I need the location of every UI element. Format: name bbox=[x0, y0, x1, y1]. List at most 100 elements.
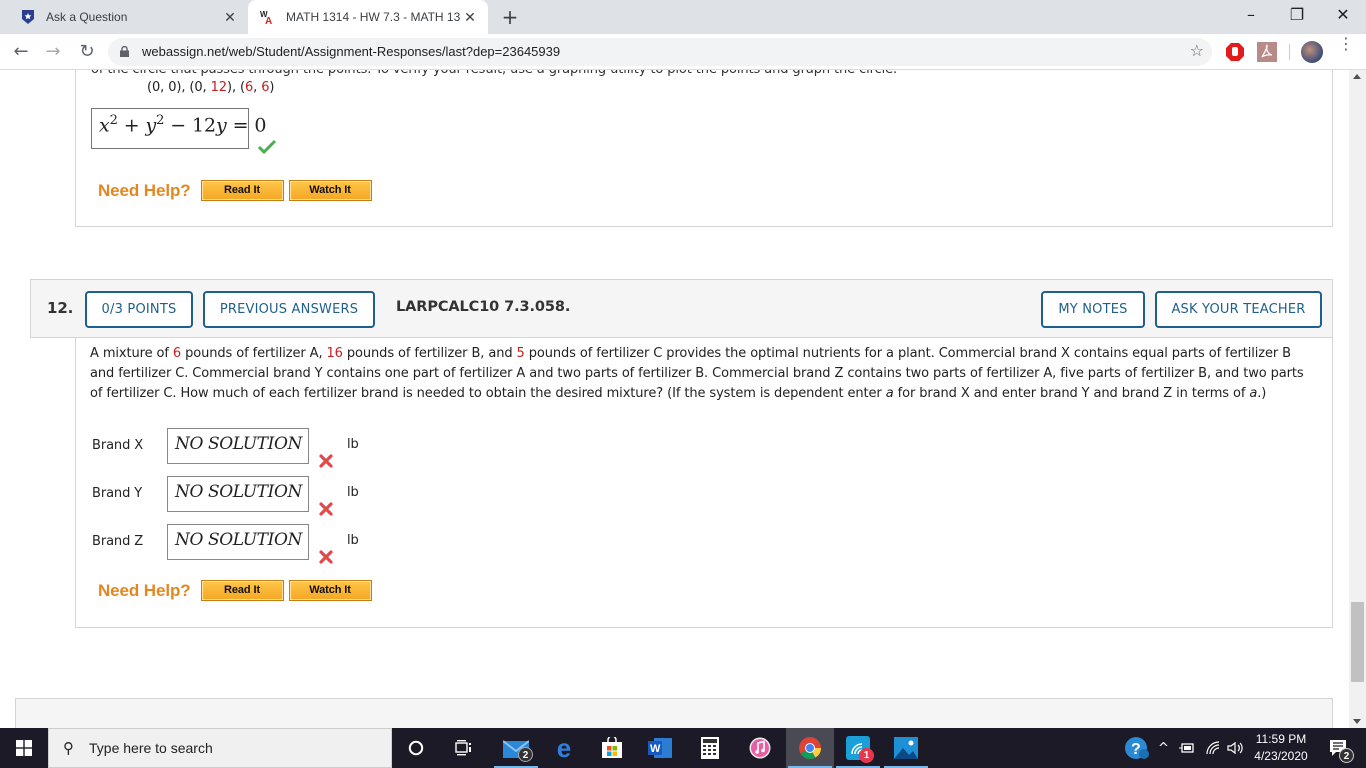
windows-taskbar: ⚲ Type here to search 2 e W 1 ? ^ 11:59 … bbox=[0, 728, 1366, 768]
given-value: 6 bbox=[244, 80, 254, 95]
tab-close-icon[interactable]: ✕ bbox=[460, 9, 480, 26]
svg-text:W: W bbox=[650, 743, 661, 755]
search-placeholder: Type here to search bbox=[89, 740, 213, 756]
calculator-icon[interactable] bbox=[686, 728, 734, 768]
toolbar-divider bbox=[1289, 44, 1290, 60]
answer-row-brand-z: Brand Z NO SOLUTION lb bbox=[92, 524, 359, 564]
adblock-icon[interactable] bbox=[1225, 42, 1245, 62]
new-tab-button[interactable]: + bbox=[498, 6, 522, 28]
text-segment: pounds of fertilizer A, bbox=[181, 346, 327, 361]
question-number: 12. bbox=[47, 299, 74, 317]
minimize-button[interactable]: – bbox=[1228, 0, 1274, 32]
url-text[interactable]: webassign.net/web/Student/Assignment-Res… bbox=[142, 44, 560, 59]
action-center-icon[interactable]: 2 bbox=[1318, 728, 1358, 768]
problem-text: A mixture of 6 pounds of fertilizer A, 1… bbox=[90, 344, 1318, 404]
question-header: 12. 0/3 POINTS PREVIOUS ANSWERS LARPCALC… bbox=[30, 279, 1333, 338]
clock-date: 4/23/2020 bbox=[1254, 749, 1308, 763]
tab-title: MATH 1314 - HW 7.3 - MATH 13 bbox=[286, 10, 460, 24]
volume-icon[interactable] bbox=[1227, 741, 1245, 755]
webassign-icon: WA bbox=[260, 9, 276, 25]
tab-title: Ask a Question bbox=[46, 10, 128, 24]
bookmark-star-icon[interactable]: ☆ bbox=[1190, 41, 1204, 60]
photos-icon[interactable] bbox=[882, 728, 930, 768]
browser-toolbar: ← → ↻ webassign.net/web/Student/Assignme… bbox=[0, 34, 1366, 70]
watch-it-button[interactable]: Watch It bbox=[288, 180, 372, 201]
itunes-icon[interactable] bbox=[736, 728, 784, 768]
wifi-icon[interactable] bbox=[1205, 741, 1221, 755]
scroll-thumb[interactable] bbox=[1351, 602, 1364, 682]
chrome-menu-icon[interactable]: ⋮ bbox=[1338, 36, 1354, 52]
svg-text:A: A bbox=[265, 16, 272, 25]
brand-y-answer-field[interactable]: NO SOLUTION bbox=[167, 476, 309, 512]
text-segment: A mixture of bbox=[90, 346, 173, 361]
store-icon[interactable] bbox=[588, 728, 636, 768]
my-notes-button[interactable]: MY NOTES bbox=[1041, 291, 1145, 328]
task-view-icon[interactable] bbox=[440, 728, 488, 768]
start-button[interactable] bbox=[0, 728, 48, 768]
battery-icon[interactable] bbox=[1178, 742, 1195, 754]
profile-avatar[interactable] bbox=[1301, 41, 1323, 63]
brand-label: Brand Y bbox=[92, 486, 143, 501]
math-var: x bbox=[99, 114, 110, 137]
edge-glyph: e bbox=[556, 733, 572, 763]
read-it-button[interactable]: Read It bbox=[200, 580, 284, 601]
brand-z-answer-field[interactable]: NO SOLUTION bbox=[167, 524, 309, 560]
math-exp: 2 bbox=[109, 113, 118, 128]
address-bar[interactable]: webassign.net/web/Student/Assignment-Res… bbox=[108, 38, 1212, 66]
page-scrollbar[interactable] bbox=[1349, 70, 1366, 728]
ask-your-teacher-button[interactable]: ASK YOUR TEACHER bbox=[1155, 291, 1322, 328]
help-tray-icon[interactable]: ? bbox=[1124, 736, 1150, 760]
correct-check-icon bbox=[258, 140, 276, 154]
read-it-button[interactable]: Read It bbox=[200, 180, 284, 201]
math-op: + bbox=[117, 114, 146, 137]
mail-icon[interactable]: 2 bbox=[492, 728, 540, 768]
close-window-button[interactable]: ✕ bbox=[1320, 0, 1366, 32]
edge-icon[interactable]: e bbox=[540, 728, 588, 768]
question-text: of the circle that passes through the po… bbox=[91, 70, 897, 77]
taskbar-clock[interactable]: 11:59 PM 4/23/2020 bbox=[1250, 731, 1312, 765]
previous-answers-button[interactable]: PREVIOUS ANSWERS bbox=[203, 291, 375, 328]
tab-math-1314[interactable]: WA MATH 1314 - HW 7.3 - MATH 13 ✕ bbox=[248, 0, 488, 34]
incorrect-x-icon bbox=[319, 454, 333, 468]
forward-button[interactable]: → bbox=[40, 39, 66, 65]
text-segment: ), ( bbox=[226, 80, 245, 95]
unit-label: lb bbox=[347, 533, 359, 548]
chrome-icon[interactable] bbox=[786, 728, 834, 768]
text-segment: ) bbox=[269, 80, 275, 95]
question-body: A mixture of 6 pounds of fertilizer A, 1… bbox=[75, 338, 1333, 628]
next-question-header bbox=[15, 698, 1333, 728]
answer-row-brand-y: Brand Y NO SOLUTION lb bbox=[92, 476, 359, 516]
need-help-bar: Need Help? Read It Watch It bbox=[98, 180, 377, 201]
need-help-label: Need Help? bbox=[98, 180, 191, 200]
text-segment: for brand X and enter brand Y and brand … bbox=[893, 386, 1250, 401]
connect-badge: 1 bbox=[859, 748, 874, 763]
taskbar-search[interactable]: ⚲ Type here to search bbox=[48, 728, 392, 768]
watch-it-button[interactable]: Watch It bbox=[288, 580, 372, 601]
connect-icon[interactable]: 1 bbox=[834, 728, 882, 768]
reload-button[interactable]: ↻ bbox=[74, 39, 100, 65]
answer-row-brand-x: Brand X NO SOLUTION lb bbox=[92, 428, 359, 468]
brand-label: Brand Z bbox=[92, 534, 144, 549]
acrobat-icon[interactable] bbox=[1257, 42, 1277, 62]
answer-field-equation[interactable]: x2 + y2 − 12y = 0 bbox=[91, 108, 266, 149]
need-help-label: Need Help? bbox=[98, 580, 191, 600]
question-code: LARPCALC10 7.3.058. bbox=[396, 299, 571, 315]
system-tray: ? ^ bbox=[1124, 728, 1245, 768]
restore-button[interactable]: ❐ bbox=[1274, 0, 1320, 32]
word-icon[interactable]: W bbox=[636, 728, 684, 768]
cortana-icon[interactable] bbox=[392, 728, 440, 768]
mail-badge: 2 bbox=[518, 747, 533, 762]
variable: a bbox=[885, 386, 894, 401]
scroll-down-arrow-icon[interactable] bbox=[1353, 719, 1361, 724]
points-button[interactable]: 0/3 POINTS bbox=[85, 291, 193, 328]
brand-x-answer-field[interactable]: NO SOLUTION bbox=[167, 428, 309, 464]
lock-icon bbox=[120, 46, 129, 57]
brand-label: Brand X bbox=[92, 438, 144, 453]
unit-label: lb bbox=[347, 485, 359, 500]
page-content: of the circle that passes through the po… bbox=[0, 70, 1349, 728]
show-hidden-icons-chevron-icon[interactable]: ^ bbox=[1158, 741, 1169, 756]
back-button[interactable]: ← bbox=[8, 39, 34, 65]
tab-ask-a-question[interactable]: Ask a Question ✕ bbox=[8, 0, 248, 34]
scroll-up-arrow-icon[interactable] bbox=[1353, 74, 1361, 79]
tab-close-icon[interactable]: ✕ bbox=[220, 9, 240, 26]
